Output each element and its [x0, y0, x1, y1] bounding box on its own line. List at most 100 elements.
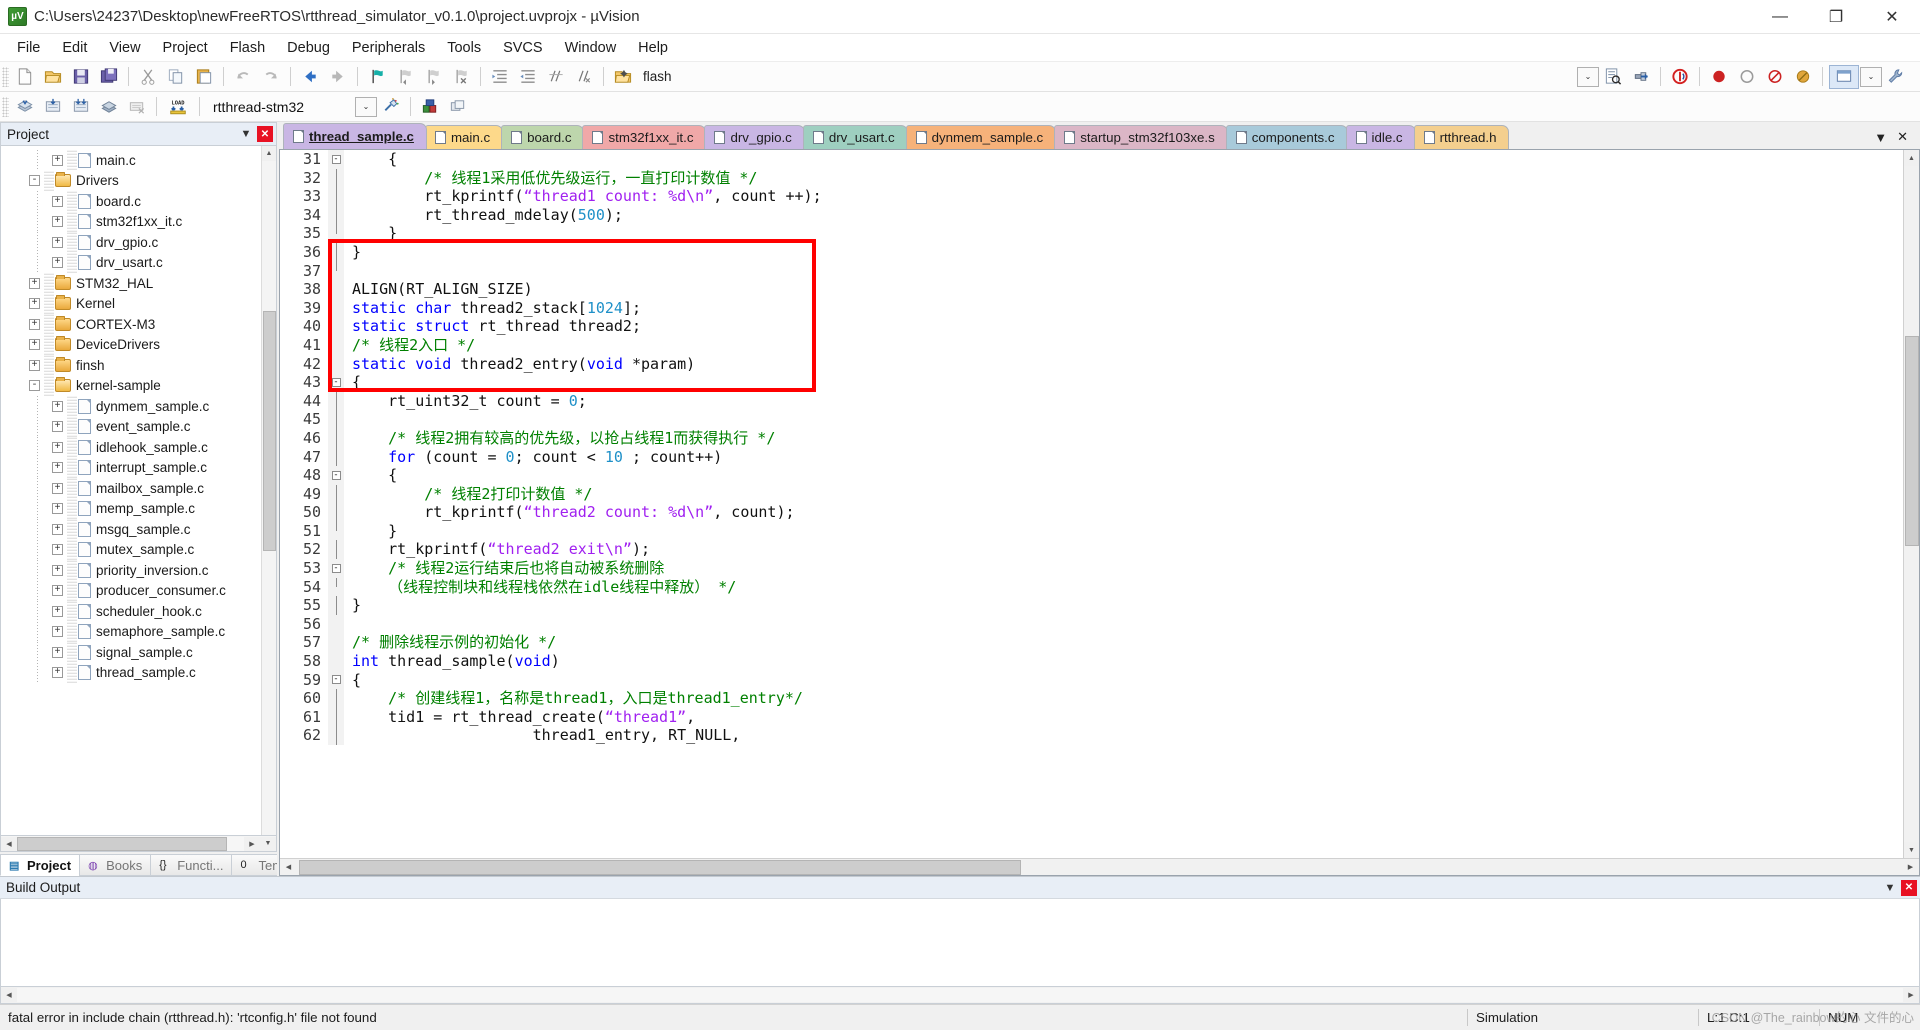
- expand-icon[interactable]: +: [52, 462, 63, 474]
- tree-item[interactable]: - kernel-sample: [1, 375, 261, 396]
- build-pin-icon[interactable]: ▼: [1882, 880, 1898, 896]
- copy-icon[interactable]: [163, 65, 189, 89]
- code-text[interactable]: static void thread2_entry(void *param): [344, 355, 695, 374]
- editor-tab[interactable]: board.c: [501, 125, 585, 149]
- tree-item[interactable]: - Drivers: [1, 170, 261, 191]
- bookmark-next-icon[interactable]: [420, 65, 446, 89]
- tree-item[interactable]: + STM32_HAL: [1, 273, 261, 294]
- sidebar-vertical-scrollbar[interactable]: ▲: [261, 146, 276, 835]
- code-lines[interactable]: 31- {32 /* 线程1采用低优先级运行，一直打印计数值 */33 rt_k…: [280, 150, 1903, 745]
- editor-tab[interactable]: rtthread.h: [1413, 125, 1510, 149]
- expand-icon[interactable]: +: [52, 626, 63, 638]
- fold-marker[interactable]: -: [328, 559, 344, 578]
- bookmark-toggle-icon[interactable]: [364, 65, 390, 89]
- open-file-icon[interactable]: [40, 65, 66, 89]
- hscroll-thumb[interactable]: [17, 836, 227, 851]
- bookmark-clear-icon[interactable]: [448, 65, 474, 89]
- code-text[interactable]: /* 创建线程1，名称是thread1，入口是thread1_entry*/: [344, 689, 803, 708]
- expand-icon[interactable]: +: [29, 359, 40, 371]
- code-text[interactable]: }: [344, 596, 361, 615]
- menu-tools[interactable]: Tools: [436, 37, 492, 59]
- editor-tab[interactable]: startup_stm32f103xe.s: [1054, 125, 1228, 149]
- navigate-forward-icon[interactable]: [325, 65, 351, 89]
- tree-item[interactable]: + mailbox_sample.c: [1, 478, 261, 499]
- collapse-icon[interactable]: -: [29, 380, 40, 392]
- code-text[interactable]: int thread_sample(void): [344, 652, 560, 671]
- translate-file-icon[interactable]: [12, 95, 38, 119]
- expand-icon[interactable]: +: [52, 441, 63, 453]
- editor-tab[interactable]: thread_sample.c: [283, 123, 427, 149]
- breakpoint-kill-all-icon[interactable]: [1762, 65, 1788, 89]
- scroll-down-icon[interactable]: ▼: [260, 836, 276, 851]
- tree-item[interactable]: + thread_sample.c: [1, 662, 261, 683]
- build-scroll-right-icon[interactable]: ▶: [1903, 988, 1919, 1002]
- tree-item[interactable]: + producer_consumer.c: [1, 580, 261, 601]
- fold-collapse-icon[interactable]: -: [331, 154, 341, 164]
- tree-item[interactable]: + finsh: [1, 355, 261, 376]
- expand-icon[interactable]: +: [52, 503, 63, 515]
- code-text[interactable]: tid1 = rt_thread_create(“thread1”,: [344, 708, 695, 727]
- find-in-files-icon[interactable]: [1600, 65, 1626, 89]
- expand-icon[interactable]: +: [29, 339, 40, 351]
- code-text[interactable]: /* 线程1采用低优先级运行，一直打印计数值 */: [344, 169, 757, 188]
- breakpoint-insert-icon[interactable]: [1706, 65, 1732, 89]
- code-horizontal-scrollbar[interactable]: ◀ ▶: [280, 858, 1919, 875]
- bookmark-prev-icon[interactable]: [392, 65, 418, 89]
- tree-item[interactable]: + event_sample.c: [1, 416, 261, 437]
- editor-tab[interactable]: components.c: [1225, 125, 1348, 149]
- target-selector-value[interactable]: rtthread-stm32: [205, 99, 355, 115]
- tree-item[interactable]: + interrupt_sample.c: [1, 457, 261, 478]
- hscroll-track[interactable]: [17, 836, 244, 851]
- expand-icon[interactable]: +: [52, 236, 63, 248]
- expand-icon[interactable]: +: [52, 605, 63, 617]
- window-layout-icon[interactable]: [1829, 64, 1859, 89]
- sidebar-tab-functi[interactable]: {} Functi...: [150, 854, 233, 876]
- code-hscroll-track[interactable]: [297, 859, 1902, 875]
- window-layout-dropdown[interactable]: ⌄: [1860, 66, 1882, 87]
- code-scrollbar-thumb[interactable]: [1904, 336, 1919, 546]
- fold-marker[interactable]: -: [328, 373, 344, 392]
- save-icon[interactable]: [68, 65, 94, 89]
- expand-icon[interactable]: +: [52, 564, 63, 576]
- expand-icon[interactable]: +: [29, 298, 40, 310]
- expand-icon[interactable]: +: [52, 154, 63, 166]
- maximize-button[interactable]: ❐: [1808, 0, 1864, 33]
- breakpoint-disable-icon[interactable]: [1734, 65, 1760, 89]
- build-hscroll-track[interactable]: [17, 988, 1903, 1002]
- code-text[interactable]: /* 线程2运行结束后也将自动被系统删除: [344, 559, 664, 578]
- configure-tools-icon[interactable]: [1883, 65, 1909, 89]
- fold-marker[interactable]: -: [328, 150, 344, 169]
- sidebar-tab-project[interactable]: ▤ Project: [0, 854, 81, 876]
- cut-icon[interactable]: [135, 65, 161, 89]
- expand-icon[interactable]: +: [29, 277, 40, 289]
- batch-build-icon[interactable]: [96, 95, 122, 119]
- build-output-content[interactable]: [0, 899, 1920, 987]
- toolbar-dropdown-button[interactable]: ⌄: [1577, 66, 1599, 87]
- tree-item[interactable]: + board.c: [1, 191, 261, 212]
- download-to-flash-icon[interactable]: LOAD: [163, 95, 193, 119]
- navigate-back-icon[interactable]: [297, 65, 323, 89]
- tree-item[interactable]: + dynmem_sample.c: [1, 396, 261, 417]
- code-text[interactable]: {: [344, 373, 361, 392]
- code-viewport[interactable]: 31- {32 /* 线程1采用低优先级运行，一直打印计数值 */33 rt_k…: [280, 150, 1903, 858]
- code-scroll-left-icon[interactable]: ◀: [280, 860, 297, 875]
- fold-collapse-icon[interactable]: -: [331, 470, 341, 480]
- tab-close-icon[interactable]: ✕: [1897, 129, 1908, 145]
- scroll-right-icon[interactable]: ▶: [244, 836, 260, 851]
- code-text[interactable]: }: [344, 522, 397, 541]
- comment-icon[interactable]: [543, 65, 569, 89]
- menu-svcs[interactable]: SVCS: [492, 37, 554, 59]
- start-debug-icon[interactable]: [1667, 65, 1693, 89]
- pin-icon[interactable]: ▼: [238, 126, 254, 142]
- sidebar-tab-books[interactable]: ◍ Books: [79, 854, 152, 876]
- code-text[interactable]: rt_kprintf(“thread1 count: %d\n”, count …: [344, 187, 821, 206]
- scroll-left-icon[interactable]: ◀: [1, 836, 17, 851]
- editor-tab[interactable]: main.c: [424, 125, 504, 149]
- indent-increase-icon[interactable]: [487, 65, 513, 89]
- expand-icon[interactable]: +: [52, 421, 63, 433]
- tree-item[interactable]: + drv_usart.c: [1, 252, 261, 273]
- editor-tab[interactable]: idle.c: [1345, 125, 1416, 149]
- close-button[interactable]: ✕: [1864, 0, 1920, 33]
- expand-icon[interactable]: +: [52, 667, 63, 679]
- tab-overflow-icon[interactable]: ▼: [1874, 130, 1887, 145]
